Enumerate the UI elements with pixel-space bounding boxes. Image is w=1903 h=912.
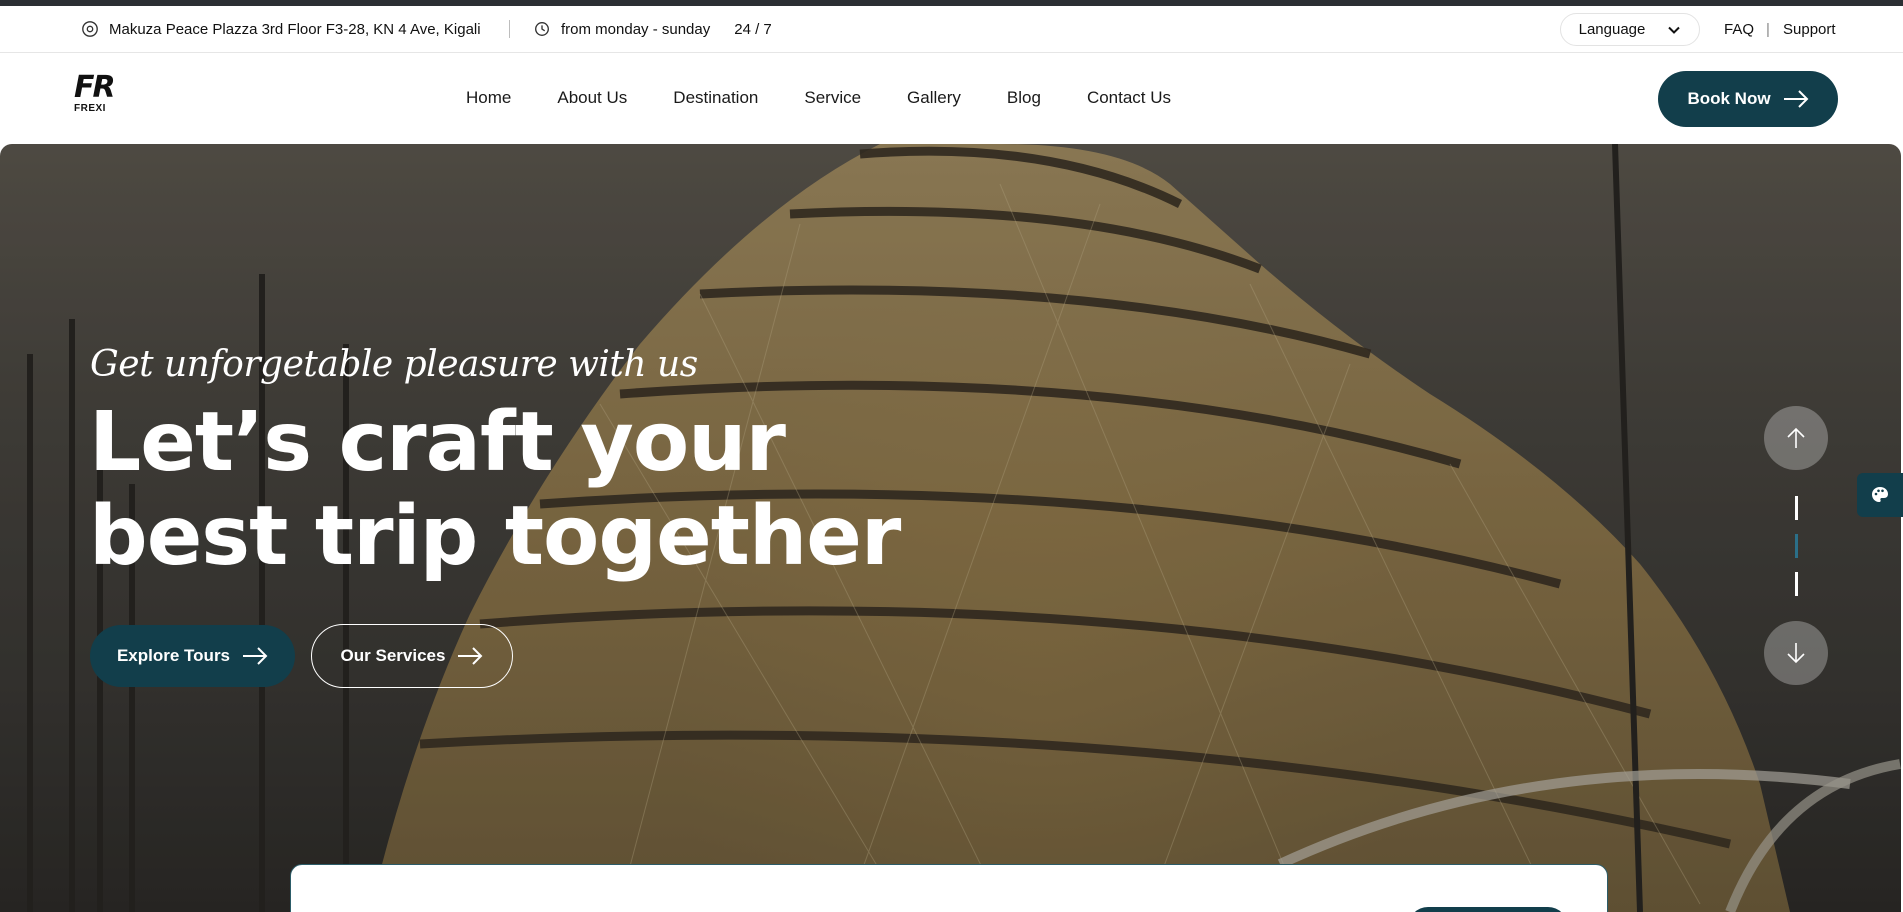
hero-tagline: Get unforgetable pleasure with us <box>90 344 698 385</box>
arrow-up-icon <box>1787 427 1805 448</box>
our-services-label: Our Services <box>340 646 446 665</box>
address-info: Makuza Peace Plazza 3rd Floor F3-28, KN … <box>81 20 481 38</box>
arrow-down-icon <box>1787 643 1805 664</box>
hours-247-text: 24 / 7 <box>734 20 772 38</box>
faq-support-divider: | <box>1766 21 1770 38</box>
nav-menu: Home About Us Destination Service Galler… <box>466 88 1171 108</box>
slider-dot-2[interactable] <box>1795 534 1798 558</box>
palette-icon <box>1872 487 1888 502</box>
explore-tours-button[interactable]: Explore Tours <box>90 625 295 687</box>
address-text: Makuza Peace Plazza 3rd Floor F3-28, KN … <box>109 20 481 38</box>
opening-hours: from monday - sunday 24 / 7 <box>533 20 772 38</box>
slider-dot-1[interactable] <box>1795 496 1798 520</box>
hours-text: from monday - sunday <box>561 20 711 38</box>
theme-palette-toggle[interactable] <box>1857 473 1903 517</box>
nav-item-gallery[interactable]: Gallery <box>907 88 961 108</box>
search-submit-button[interactable] <box>1408 907 1568 912</box>
arrow-right-icon <box>1783 90 1808 108</box>
top-info-bar: Makuza Peace Plazza 3rd Floor F3-28, KN … <box>0 6 1903 53</box>
slider-prev-button[interactable] <box>1764 406 1828 470</box>
nav-item-service[interactable]: Service <box>804 88 861 108</box>
logo-mark: FR <box>74 70 116 105</box>
brand-logo[interactable]: FR FREXI <box>74 70 116 123</box>
nav-item-contact-us[interactable]: Contact Us <box>1087 88 1171 108</box>
map-pin-icon <box>82 21 98 37</box>
book-now-button[interactable]: Book Now <box>1658 71 1838 127</box>
language-label: Language <box>1578 21 1646 38</box>
our-services-button[interactable]: Our Services <box>311 624 513 688</box>
nav-item-about-us[interactable]: About Us <box>557 88 627 108</box>
support-link[interactable]: Support <box>1783 21 1836 38</box>
clock-icon <box>535 22 549 36</box>
chevron-down-icon <box>1668 26 1681 34</box>
nav-item-blog[interactable]: Blog <box>1007 88 1041 108</box>
explore-tours-label: Explore Tours <box>116 646 231 665</box>
hero-headline-line1: Let’s craft your <box>89 395 786 490</box>
slider-dot-3[interactable] <box>1795 572 1798 596</box>
main-navbar: FR FREXI Home About Us Destination Servi… <box>0 54 1903 144</box>
hero-section: Get unforgetable pleasure with us Let’s … <box>0 144 1901 912</box>
arrow-right-icon <box>458 647 483 665</box>
faq-link[interactable]: FAQ <box>1724 21 1754 38</box>
slider-next-button[interactable] <box>1764 621 1828 685</box>
nav-item-destination[interactable]: Destination <box>673 88 758 108</box>
topbar-divider <box>509 20 510 38</box>
language-select[interactable]: Language <box>1560 13 1700 46</box>
booking-search-card <box>290 864 1608 912</box>
book-now-label: Book Now <box>1687 89 1771 108</box>
hero-headline-line2: best trip together <box>89 489 901 584</box>
arrow-right-icon <box>243 647 268 665</box>
hero-headline: Let’s craft your best trip together <box>89 395 901 584</box>
nav-item-home[interactable]: Home <box>466 88 511 108</box>
